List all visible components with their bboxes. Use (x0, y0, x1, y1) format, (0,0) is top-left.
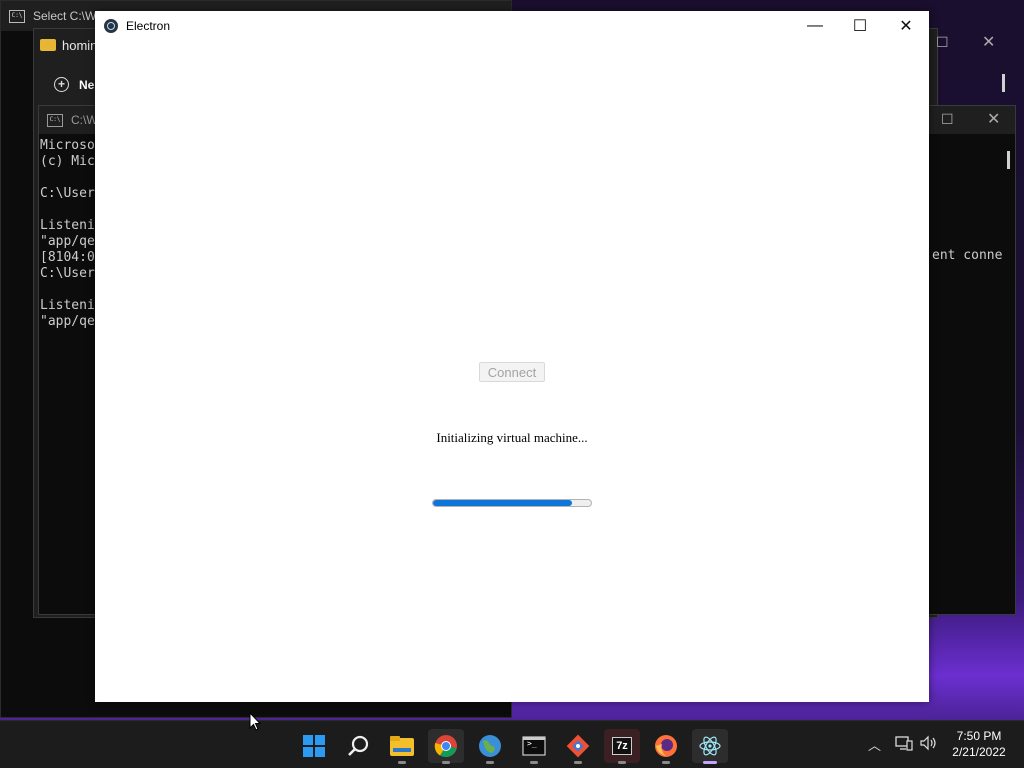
running-indicator (486, 761, 494, 764)
chrome-icon[interactable] (428, 729, 464, 764)
explorer-tab-label: homin (62, 37, 98, 53)
search-icon[interactable] (340, 729, 376, 763)
network-icon[interactable] (895, 735, 913, 754)
terminal-output-partial: ent conne (932, 248, 1003, 263)
new-button[interactable]: + Ne (54, 77, 94, 92)
folder-icon (40, 39, 56, 51)
running-indicator-focused (703, 761, 717, 764)
status-message: Initializing virtual machine... (436, 430, 588, 445)
close-button[interactable]: ✕ (883, 11, 929, 41)
file-explorer-icon[interactable] (384, 729, 420, 764)
7zip-icon[interactable]: 7z (604, 729, 640, 764)
progress-bar (432, 499, 592, 507)
electron-app-icon (104, 19, 118, 33)
maximize-button[interactable]: ☐ (837, 11, 883, 41)
firefox-icon[interactable] (648, 729, 684, 764)
close-icon[interactable]: ✕ (982, 32, 995, 52)
cmd-icon: C:\ (47, 113, 63, 127)
window-titlebar[interactable]: Electron — ☐ ✕ (95, 11, 929, 41)
running-indicator (662, 761, 670, 764)
electron-window[interactable]: Electron — ☐ ✕ Connect Initializing virt… (95, 11, 929, 702)
chevron-up-icon[interactable]: ︿ (868, 735, 881, 754)
terminal-icon[interactable]: >_ (516, 729, 552, 764)
terminal-title: Select C:\Wi (33, 9, 100, 23)
windows-start-icon[interactable] (296, 729, 332, 763)
explorer-tab[interactable]: homin (40, 33, 97, 57)
close-icon[interactable]: ✕ (987, 109, 1000, 129)
scrollbar-thumb[interactable] (1007, 151, 1010, 169)
maximize-icon[interactable]: ☐ (936, 34, 949, 51)
new-button-label: Ne (79, 77, 95, 92)
cmd-icon: C:\ (9, 9, 25, 23)
maps-icon[interactable] (472, 729, 508, 764)
taskbar: >_ 7z ︿ 7:50 PM 2/21/2022 (0, 720, 1024, 768)
git-icon[interactable] (560, 729, 596, 764)
connect-button[interactable]: Connect (479, 362, 545, 382)
clock-time: 7:50 PM (956, 729, 1002, 743)
volume-icon[interactable] (920, 735, 938, 754)
running-indicator (618, 761, 626, 764)
running-indicator (530, 761, 538, 764)
clock[interactable]: 7:50 PM 2/21/2022 (944, 728, 1014, 760)
electron-icon[interactable] (692, 729, 728, 764)
clock-date: 2/21/2022 (952, 745, 1006, 759)
terminal-prompt-glyph: >_ (527, 739, 537, 748)
mouse-cursor-icon (249, 711, 262, 736)
minimize-button[interactable]: — (792, 11, 838, 41)
scrollbar-thumb[interactable] (1002, 74, 1005, 92)
maximize-icon[interactable]: ☐ (941, 111, 954, 128)
7zip-label: 7z (612, 737, 632, 755)
window-title: Electron (126, 19, 171, 33)
running-indicator (574, 761, 582, 764)
running-indicator (398, 761, 406, 764)
progress-bar-fill (433, 500, 573, 506)
running-indicator (442, 761, 450, 764)
plus-icon: + (54, 77, 69, 92)
